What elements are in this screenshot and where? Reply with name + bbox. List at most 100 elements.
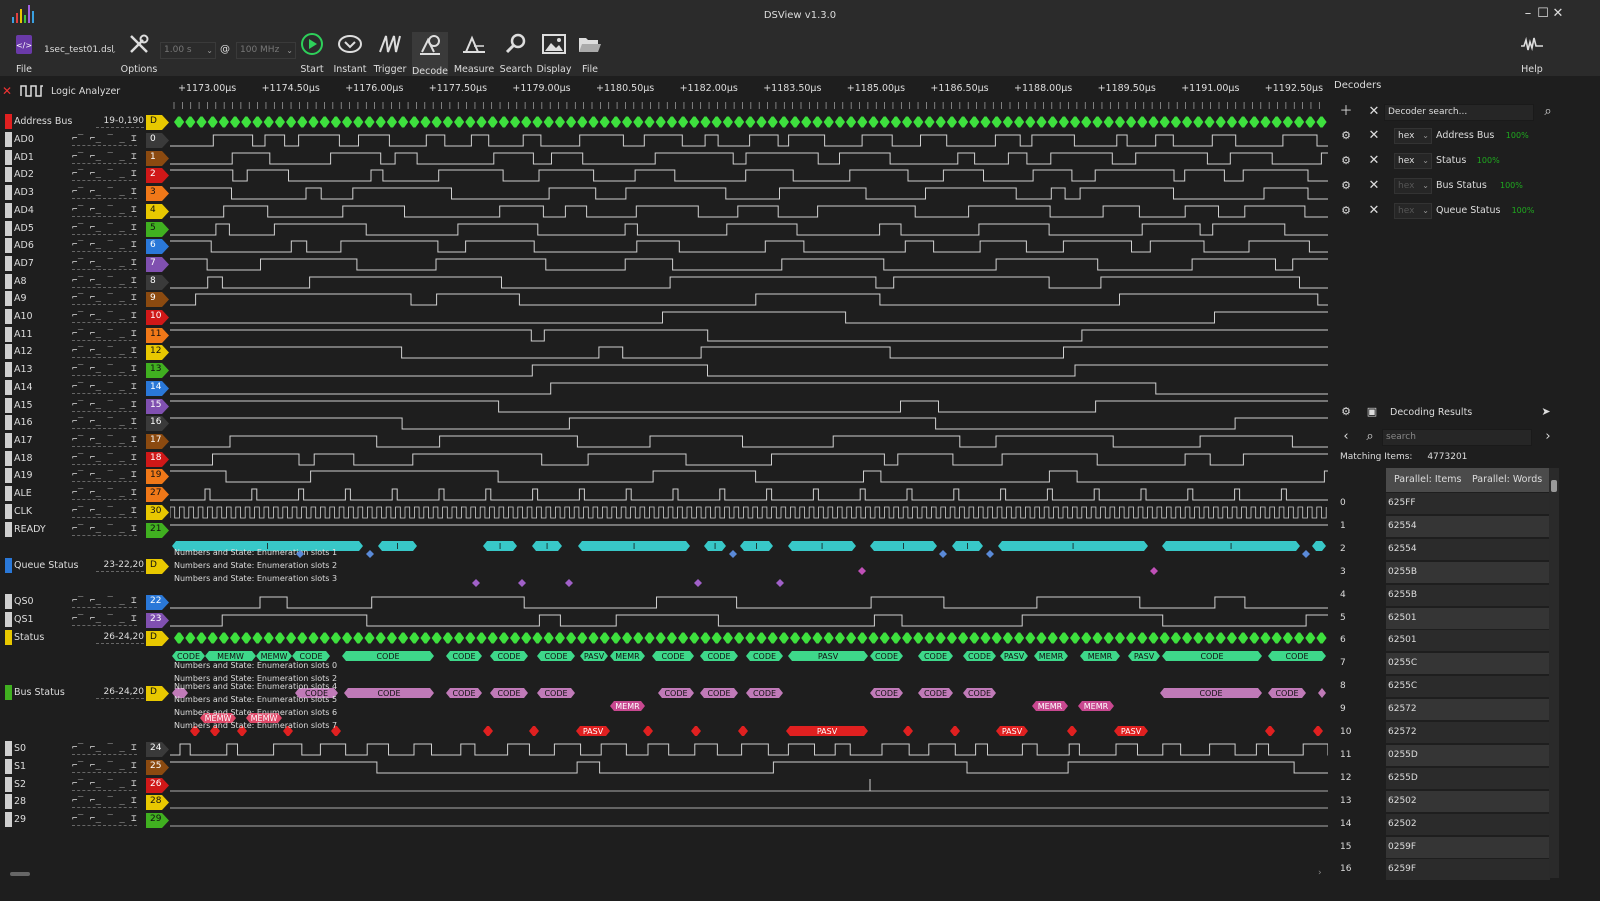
instant-button[interactable]: Instant <box>333 32 367 75</box>
channel-index-badge[interactable]: 8 <box>146 275 170 290</box>
channel-name[interactable]: QS1 <box>14 614 34 625</box>
channel-index-badge[interactable]: 11 <box>146 328 170 343</box>
channel-row[interactable]: Queue Status 23-22,20 D <box>0 557 172 575</box>
channel-color-tab[interactable] <box>5 812 12 827</box>
trigger-selector[interactable]: ⌐‾ ⌐_ ‾ _ ⌶ <box>72 614 138 626</box>
channel-index-badge[interactable]: 16 <box>146 416 170 431</box>
channel-color-tab[interactable] <box>5 398 12 413</box>
channel-color-tab[interactable] <box>5 794 12 809</box>
remove-decoder-icon[interactable]: ✕ <box>1366 153 1382 169</box>
channel-row[interactable]: A18 ⌐‾ ⌐_ ‾ _ ⌶ 18 <box>0 450 172 468</box>
channel-row[interactable]: A17 ⌐‾ ⌐_ ‾ _ ⌶ 17 <box>0 432 172 450</box>
navigate-icon[interactable]: ➤ <box>1538 404 1554 420</box>
channel-index-badge[interactable]: D <box>146 631 170 646</box>
scroll-right-icon[interactable]: › <box>1318 868 1322 878</box>
table-row[interactable]: 11 0255D <box>1330 744 1550 767</box>
channel-row[interactable]: A8 ⌐‾ ⌐_ ‾ _ ⌶ 8 <box>0 273 172 291</box>
trigger-selector[interactable]: ⌐‾ ⌐_ ‾ _ ⌶ <box>72 596 138 608</box>
channel-row[interactable]: AD2 ⌐‾ ⌐_ ‾ _ ⌶ 2 <box>0 166 172 184</box>
channel-index-badge[interactable]: 2 <box>146 168 170 183</box>
decoder-format-select[interactable]: hex ⌄ <box>1394 178 1432 194</box>
channel-name[interactable]: AD4 <box>14 205 34 216</box>
channel-row[interactable]: Bus Status 26-24,20 D <box>0 684 172 702</box>
channel-name[interactable]: A18 <box>14 453 33 464</box>
channel-row[interactable]: ALE ⌐‾ ⌐_ ‾ _ ⌶ 27 <box>0 485 172 503</box>
trigger-selector[interactable]: ⌐‾ ⌐_ ‾ _ ⌶ <box>72 488 138 500</box>
channel-name[interactable]: A14 <box>14 382 33 393</box>
channel-name[interactable]: QS0 <box>14 596 34 607</box>
trigger-selector[interactable]: ⌐‾ ⌐_ ‾ _ ⌶ <box>72 761 138 773</box>
file-export-button[interactable]: File <box>576 32 604 75</box>
table-row[interactable]: 16 6259F <box>1330 858 1550 881</box>
remove-decoder-icon[interactable]: ✕ <box>1366 104 1382 120</box>
channel-name[interactable]: AD6 <box>14 240 34 251</box>
trigger-selector[interactable]: ⌐‾ ⌐_ ‾ _ ⌶ <box>72 169 138 181</box>
trigger-selector[interactable]: ⌐‾ ⌐_ ‾ _ ⌶ <box>72 134 138 146</box>
channel-row[interactable]: 29 ⌐‾ ⌐_ ‾ _ ⌶ 29 <box>0 811 172 829</box>
channel-row[interactable]: A14 ⌐‾ ⌐_ ‾ _ ⌶ 14 <box>0 379 172 397</box>
channel-row[interactable]: AD1 ⌐‾ ⌐_ ‾ _ ⌶ 1 <box>0 149 172 167</box>
decoder-settings-icon[interactable]: ⚙ <box>1338 128 1354 144</box>
channel-color-tab[interactable] <box>5 132 12 147</box>
channel-row[interactable]: S2 ⌐‾ ⌐_ ‾ _ ⌶ 26 <box>0 776 172 794</box>
trigger-selector[interactable]: ⌐‾ ⌐_ ‾ _ ⌶ <box>72 506 138 518</box>
table-row[interactable]: 1 62554 <box>1330 515 1550 538</box>
channel-color-tab[interactable] <box>5 185 12 200</box>
channel-row[interactable]: S0 ⌐‾ ⌐_ ‾ _ ⌶ 24 <box>0 740 172 758</box>
channel-row[interactable]: QS0 ⌐‾ ⌐_ ‾ _ ⌶ 22 <box>0 593 172 611</box>
table-row[interactable]: 7 0255C <box>1330 652 1550 675</box>
channel-color-tab[interactable] <box>5 558 12 573</box>
table-row[interactable]: 14 62502 <box>1330 813 1550 836</box>
trigger-selector[interactable]: ⌐‾ ⌐_ ‾ _ ⌶ <box>72 435 138 447</box>
channel-name[interactable]: AD7 <box>14 258 34 269</box>
channel-name[interactable]: S0 <box>14 743 26 754</box>
channel-name[interactable]: AD1 <box>14 152 34 163</box>
table-row[interactable]: 8 6255C <box>1330 675 1550 698</box>
channel-color-tab[interactable] <box>5 630 12 645</box>
channel-color-tab[interactable] <box>5 256 12 271</box>
time-ruler[interactable]: +1173.00µs +1174.50µs +1176.00µs +1177.50µs… <box>162 82 1328 110</box>
table-row[interactable]: 3 0255B <box>1330 561 1550 584</box>
channel-name[interactable]: S1 <box>14 761 26 772</box>
logic-analyzer-tab[interactable]: ✕ Logic Analyzer <box>0 82 170 100</box>
channel-color-tab[interactable] <box>5 221 12 236</box>
channel-color-tab[interactable] <box>5 759 12 774</box>
channel-row[interactable]: AD6 ⌐‾ ⌐_ ‾ _ ⌶ 6 <box>0 237 172 255</box>
channel-index-badge[interactable]: 13 <box>146 363 170 378</box>
trigger-selector[interactable]: ⌐‾ ⌐_ ‾ _ ⌶ <box>72 814 138 826</box>
trigger-selector[interactable]: ⌐‾ ⌐_ ‾ _ ⌶ <box>72 240 138 252</box>
channel-color-tab[interactable] <box>5 741 12 756</box>
channel-index-badge[interactable]: 30 <box>146 505 170 520</box>
channel-color-tab[interactable] <box>5 344 12 359</box>
channel-name[interactable]: A10 <box>14 311 33 322</box>
channel-index-badge[interactable]: 17 <box>146 434 170 449</box>
trigger-selector[interactable]: ⌐‾ ⌐_ ‾ _ ⌶ <box>72 382 138 394</box>
table-row[interactable]: 15 0259F <box>1330 836 1550 859</box>
channel-index-badge[interactable]: 29 <box>146 813 170 828</box>
channel-name[interactable]: CLK <box>14 506 32 517</box>
channel-index-badge[interactable]: 21 <box>146 523 170 538</box>
channel-row[interactable]: QS1 ⌐‾ ⌐_ ‾ _ ⌶ 23 <box>0 611 172 629</box>
channel-index-badge[interactable]: 14 <box>146 381 170 396</box>
channel-name[interactable]: READY <box>14 524 46 535</box>
channel-name[interactable]: Queue Status <box>14 560 79 571</box>
channel-row[interactable]: 28 ⌐‾ ⌐_ ‾ _ ⌶ 28 <box>0 793 172 811</box>
channel-name[interactable]: A13 <box>14 364 33 375</box>
decoder-format-select[interactable]: hex ⌄ <box>1394 128 1432 144</box>
trigger-selector[interactable]: ⌐‾ ⌐_ ‾ _ ⌶ <box>72 453 138 465</box>
measure-button[interactable]: Measure <box>454 32 494 75</box>
options-button[interactable]: Options <box>121 32 157 75</box>
trigger-selector[interactable]: ⌐‾ ⌐_ ‾ _ ⌶ <box>72 187 138 199</box>
channel-row[interactable]: AD0 ⌐‾ ⌐_ ‾ _ ⌶ 0 <box>0 131 172 149</box>
channel-name[interactable]: Bus Status <box>14 687 65 698</box>
channel-color-tab[interactable] <box>5 433 12 448</box>
channel-name[interactable]: A11 <box>14 329 33 340</box>
decoder-settings-icon[interactable]: ⚙ <box>1338 203 1354 219</box>
channel-row[interactable]: A19 ⌐‾ ⌐_ ‾ _ ⌶ 19 <box>0 467 172 485</box>
channel-index-badge[interactable]: 10 <box>146 310 170 325</box>
channel-index-badge[interactable]: 19 <box>146 469 170 484</box>
channel-color-tab[interactable] <box>5 522 12 537</box>
maximize-button[interactable]: ☐ <box>1535 6 1551 22</box>
trigger-selector[interactable]: ⌐‾ ⌐_ ‾ _ ⌶ <box>72 152 138 164</box>
channel-row[interactable]: CLK ⌐‾ ⌐_ ‾ _ ⌶ 30 <box>0 503 172 521</box>
